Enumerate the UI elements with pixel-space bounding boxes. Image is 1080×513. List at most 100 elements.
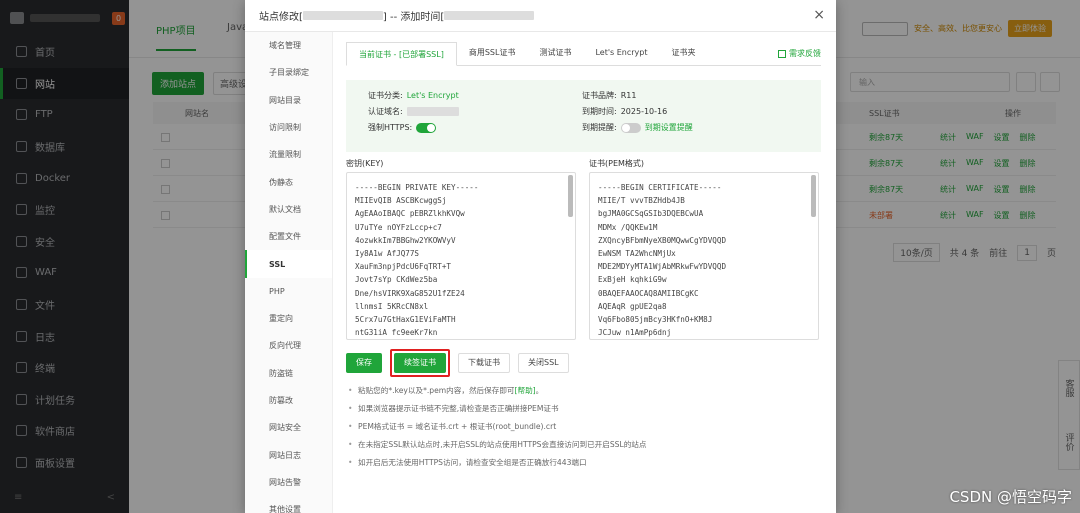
pem-line: -----BEGIN CERTIFICATE----- — [598, 183, 722, 192]
ssl-actions: 保存 续签证书 下载证书 关闭SSL — [346, 349, 569, 377]
key-scrollbar[interactable] — [568, 175, 573, 217]
dialog-menu-item[interactable]: 网站日志 — [245, 441, 332, 468]
cert-type-label: 证书分类: — [368, 91, 403, 100]
dialog-menu-item[interactable]: 网站告警 — [245, 469, 332, 496]
dialog-menu-item[interactable]: 伪静态 — [245, 168, 332, 195]
pem-line: XauFm3npjPdcU6FqTRT+T — [355, 262, 452, 272]
dialog-menu-item[interactable]: 流量限制 — [245, 141, 332, 168]
remind-settings-link[interactable]: 到期设置提醒 — [645, 122, 693, 133]
pem-line: 5Crx7u7GtHaxG1EViFaMTH — [355, 315, 456, 325]
ssl-tab[interactable]: 证书夹 — [660, 41, 708, 65]
save-button[interactable]: 保存 — [346, 353, 382, 373]
domain-row: 认证域名: — [368, 106, 459, 117]
redacted-domain — [406, 107, 459, 116]
redacted-time — [444, 11, 535, 20]
pem-line: Vq6Fbo805jmBcy3HKfnO+KM8J — [598, 315, 713, 325]
feedback-label: 需求反馈 — [789, 49, 821, 58]
ssl-tab[interactable]: 测试证书 — [527, 41, 583, 65]
dialog-menu-item[interactable]: 防篡改 — [245, 387, 332, 414]
close-ssl-button[interactable]: 关闭SSL — [518, 353, 569, 373]
dialog-menu-item[interactable]: 配置文件 — [245, 223, 332, 250]
cert-type-value: Let's Encrypt — [406, 91, 459, 100]
pem-line: AQEAqR gpUE2qa8 — [598, 301, 667, 311]
pem-line: MYYvSuGHuUZYv3XRn20U — [355, 339, 567, 340]
ssl-tabs: 当前证书 - [已部署SSL] 商用SSL证书 测试证书 Let's Encrypt 证… — [346, 42, 821, 66]
dialog-menu-item[interactable]: 重定向 — [245, 305, 332, 332]
note-item: 在未指定SSL默认站点时,未开启SSL的站点使用HTTPS会直接访问到已开启SS… — [348, 436, 647, 454]
pem-line: MDMx /QQKEw1M — [598, 222, 658, 232]
remind-row: 到期提醒: 到期设置提醒 — [582, 122, 693, 133]
dialog-menu-item[interactable]: 域名管理 — [245, 32, 332, 59]
pem-line: ntG31iA fc9eeKr7kn — [355, 328, 438, 338]
brand-label: 证书品牌: — [582, 91, 617, 100]
cert-textarea[interactable]: -----BEGIN CERTIFICATE----- MIIE/T vvvTBZ… — [589, 172, 819, 340]
pem-line: -----BEGIN PRIVATE KEY----- — [355, 183, 479, 192]
remind-toggle[interactable] — [620, 122, 641, 133]
feedback-link[interactable]: 需求反馈 — [778, 48, 821, 59]
ssl-tab[interactable]: 当前证书 - [已部署SSL] — [346, 42, 457, 66]
dialog-menu-item[interactable]: 网站安全 — [245, 414, 332, 441]
pem-line: U7uTYe nOYFzLccp+c7 — [355, 222, 442, 232]
domain-label: 认证域名: — [368, 107, 403, 116]
cert-scrollbar[interactable] — [811, 175, 816, 217]
edit-icon — [778, 49, 786, 58]
pem-line: MDE2MDYyMTA1WjAbMRkwFwYDVQQD — [598, 262, 727, 272]
dialog-menu-item[interactable]: 防盗链 — [245, 360, 332, 387]
dialog-menu-item[interactable]: 默认文档 — [245, 196, 332, 223]
ssl-tab[interactable]: Let's Encrypt — [583, 41, 659, 65]
site-edit-dialog: 站点修改[ ] -- 添加时间[ × 域名管理 子目录绑定 网站目录 访问限制 流量限制… — [245, 0, 836, 513]
expire-row: 到期时间: 2025-10-16 — [582, 106, 667, 117]
note-item: 如果浏览器提示证书链不完整,请检查是否正确拼接PEM证书 — [348, 400, 647, 418]
note-text: 如开启后无法使用HTTPS访问，请检查安全组是否正确放行443端口 — [358, 458, 587, 467]
redacted-site-name — [302, 11, 383, 20]
pem-line: AgEAAoIBAQC pEBRZlkhKVQw — [355, 209, 465, 219]
note-text: 粘贴您的*.key以及*.pem内容，然后保存即可 — [358, 386, 515, 395]
pem-line: Iy8A1w AfJQ77S — [355, 249, 420, 259]
force-https-label: 强制HTTPS: — [368, 123, 413, 132]
brand-row: 证书品牌: R11 — [582, 90, 636, 101]
title-mid: ] -- 添加时间[ — [382, 12, 445, 23]
dialog-menu-item[interactable]: SSL — [245, 250, 332, 278]
expire-value: 2025-10-16 — [620, 107, 668, 116]
dialog-menu: 域名管理 子目录绑定 网站目录 访问限制 流量限制 伪静态 默认文档 配置文件 SSL PHP 重定… — [245, 32, 333, 513]
note-item: 粘贴您的*.key以及*.pem内容，然后保存即可[帮助]。 — [348, 382, 647, 400]
ssl-notes: 粘贴您的*.key以及*.pem内容，然后保存即可[帮助]。如果浏览器提示证书链… — [348, 382, 647, 472]
expire-label: 到期时间: — [582, 107, 617, 116]
force-https-row: 强制HTTPS: — [368, 122, 437, 133]
dialog-menu-item[interactable]: 访问限制 — [245, 114, 332, 141]
pem-line: bgJMA0GCSqGSIb3DQEBCwUA — [598, 209, 704, 219]
cert-type-row: 证书分类: Let's Encrypt — [368, 90, 459, 101]
title-prefix: 站点修改[ — [259, 12, 303, 23]
note-text: 如果浏览器提示证书链不完整,请检查是否正确拼接PEM证书 — [358, 404, 559, 413]
cert-label: 证书(PEM格式) — [589, 159, 645, 168]
pem-line: EwNSM TA2WhcNMjUx — [598, 249, 676, 259]
pem-line: MIIEvQIB ASCBKcwggSj — [355, 196, 447, 206]
key-label: 密钥(KEY) — [346, 159, 384, 168]
pem-line: 0BAQEFAAOCAQ8AMIIBCgKC — [598, 288, 699, 298]
dialog-menu-item[interactable]: 反向代理 — [245, 332, 332, 359]
pem-line: Jovt7sYp CKdWez5ba — [355, 275, 438, 285]
note-item: PEM格式证书 = 域名证书.crt + 根证书(root_bundle).cr… — [348, 418, 647, 436]
force-https-toggle[interactable] — [416, 122, 437, 133]
pem-line: JCJuw n1AmPp6dnj — [598, 328, 672, 338]
close-icon[interactable]: × — [813, 7, 825, 23]
renew-cert-button[interactable]: 续签证书 — [394, 353, 446, 373]
note-text: 在未指定SSL默认站点时,未开启SSL的站点使用HTTPS会直接访问到已开启SS… — [358, 440, 647, 449]
dialog-menu-item[interactable]: 子目录绑定 — [245, 59, 332, 86]
download-cert-button[interactable]: 下载证书 — [458, 353, 510, 373]
ssl-tab[interactable]: 商用SSL证书 — [457, 41, 528, 65]
watermark: CSDN @悟空码字 — [949, 488, 1072, 506]
pem-line: ExBjeH kqhkiG9w — [598, 275, 667, 285]
pem-line: Dne/hsVIRK9XaG852U1fZE24 — [355, 288, 465, 298]
dialog-menu-item[interactable]: 网站目录 — [245, 87, 332, 114]
dialog-title: 站点修改[ ] -- 添加时间[ × — [245, 0, 836, 32]
key-textarea[interactable]: -----BEGIN PRIVATE KEY----- MIIEvQIB ASCB… — [346, 172, 576, 340]
help-link[interactable]: [帮助] — [515, 386, 536, 395]
pem-line: llnmsI 5KRcCN8xl — [355, 301, 429, 311]
dialog-menu-item[interactable]: PHP — [245, 278, 332, 305]
dialog-menu-item[interactable]: 其他设置 — [245, 496, 332, 513]
pem-line: 3zSVwWIzMR9Yw+HJQ+9l2rbZ — [598, 339, 810, 340]
pem-line: 4ozwkkIm7BBGhw2YKOWVyV — [355, 235, 456, 245]
pem-line: ZXQncyBFbmNyeXB0MQwwCgYDVQQD — [598, 235, 727, 245]
remind-label: 到期提醒: — [582, 123, 617, 132]
